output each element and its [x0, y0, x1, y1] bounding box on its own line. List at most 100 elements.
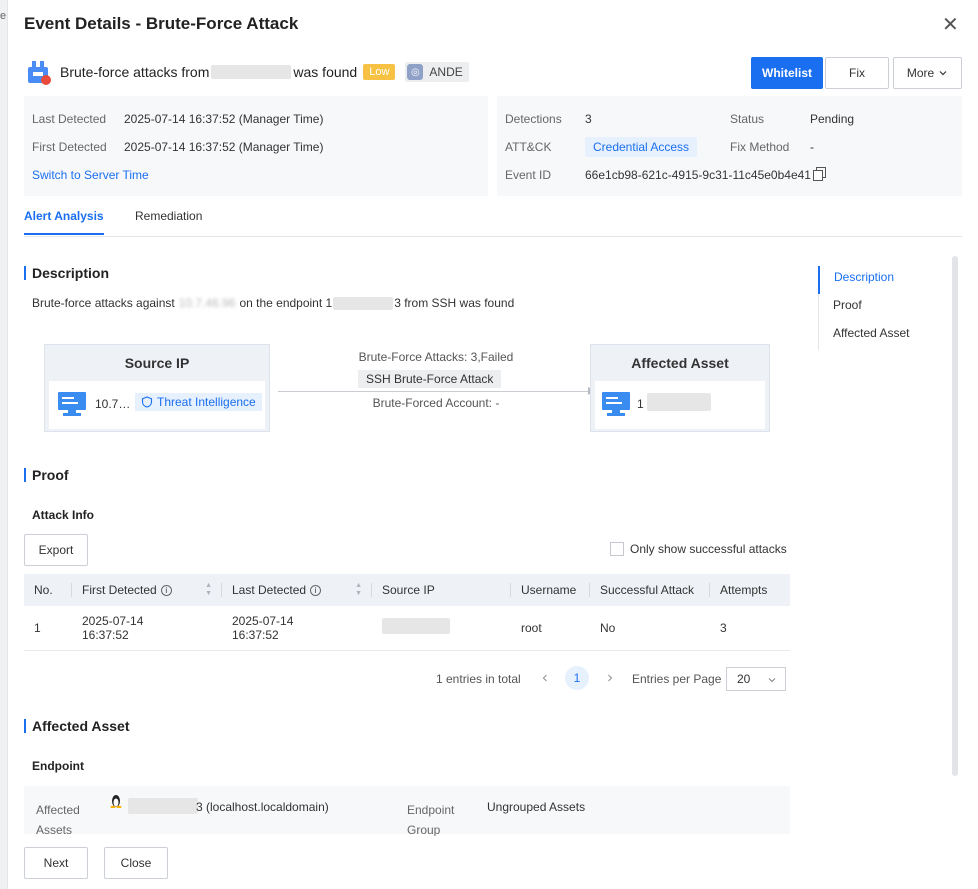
- col-first-detected-label: First Detected: [82, 583, 157, 597]
- col-first-detected[interactable]: First Detected i ▲ ▼: [72, 574, 222, 606]
- content-scrollbar[interactable]: [952, 256, 958, 776]
- last-detected-value: 2025-07-14 16:37:52 (Manager Time): [124, 112, 324, 126]
- prev-page-icon[interactable]: [540, 673, 550, 683]
- close-icon[interactable]: ✕: [942, 12, 959, 37]
- per-page-value: 20: [737, 672, 751, 686]
- attack-info-table: No. First Detected i ▲ ▼ Last Detected i ▲ ▼ S…: [24, 574, 790, 651]
- group-label-line1: Endpoint: [407, 803, 455, 817]
- detections-label: Detections: [505, 112, 562, 126]
- desc-masked-ip: 10.7.46.96: [178, 296, 236, 310]
- last-detected-label: Last Detected: [32, 112, 107, 126]
- cell-no: 1: [24, 606, 72, 651]
- cell-last-detected: 2025-07-14 16:37:52: [222, 606, 372, 651]
- threat-intelligence-tag[interactable]: Threat Intelligence: [135, 393, 262, 411]
- redacted-ip: [211, 65, 292, 79]
- col-last-detected[interactable]: Last Detected i ▲ ▼: [222, 574, 372, 606]
- sort-icon[interactable]: ▲ ▼: [355, 582, 362, 598]
- attck-tag[interactable]: Credential Access: [585, 137, 698, 157]
- anchor-proof[interactable]: Proof: [819, 294, 958, 322]
- linux-icon: [110, 795, 122, 808]
- computer-icon: [602, 392, 630, 416]
- whitelist-button[interactable]: Whitelist: [751, 57, 823, 89]
- next-page-icon[interactable]: [605, 673, 615, 683]
- redacted-source-ip: [382, 618, 450, 635]
- desc-part-1: Brute-force attacks against: [32, 296, 175, 310]
- cell-username: root: [511, 606, 590, 651]
- dialog-title: Event Details - Brute-Force Attack: [24, 14, 299, 33]
- more-button[interactable]: More: [893, 57, 962, 89]
- desc-redacted-endpoint: [333, 296, 394, 310]
- copy-icon[interactable]: [813, 167, 826, 181]
- col-no: No.: [24, 574, 72, 606]
- col-source-ip: Source IP: [372, 574, 511, 606]
- event-summary: Brute-force attacks from was found Low ◎…: [60, 62, 469, 82]
- description-heading: Description: [24, 266, 109, 280]
- fix-method-value: -: [810, 140, 814, 154]
- brute-force-icon: [28, 61, 51, 85]
- col-username: Username: [511, 574, 590, 606]
- edge-forced-account: Brute-Forced Account: -: [372, 396, 500, 410]
- desc-part-2: on the endpoint 1: [239, 296, 333, 310]
- endpoint-group-label: Endpoint Group: [407, 800, 454, 840]
- severity-badge: Low: [363, 64, 396, 80]
- fix-button[interactable]: Fix: [825, 57, 889, 89]
- col-successful-attack: Successful Attack: [590, 574, 710, 606]
- endpoint-info-panel: Affected Assets 3 (localhost.localdomain…: [24, 786, 790, 837]
- checkbox-box[interactable]: [610, 542, 624, 556]
- source-badge: ◎ ANDE: [405, 62, 469, 82]
- source-ip-body: 10.7… Threat Intelligence: [49, 381, 265, 429]
- detail-tabs: Alert Analysis Remediation: [24, 206, 962, 237]
- endpoint-host[interactable]: 3 (localhost.localdomain): [196, 800, 329, 814]
- table-row[interactable]: 1 2025-07-14 16:37:52 2025-07-14 16:37:52 …: [24, 606, 790, 651]
- attck-label: ATT&CK: [505, 140, 552, 154]
- affected-assets-label: Affected Assets: [36, 800, 80, 840]
- switch-server-time-link[interactable]: Switch to Server Time: [32, 168, 149, 182]
- only-successful-checkbox[interactable]: Only show successful attacks: [610, 542, 787, 556]
- event-id-value: 66e1cb98-621c-4915-9c31-11c45e0b4e41: [585, 168, 811, 182]
- entries-per-page-select[interactable]: 20: [726, 667, 786, 691]
- status-value: Pending: [810, 112, 855, 126]
- affected-label-line1: Affected: [36, 803, 80, 817]
- anchor-nav: Description Proof Affected Asset: [818, 266, 958, 350]
- cell-source-ip: [372, 606, 511, 651]
- col-no-label: No.: [34, 583, 53, 597]
- next-button[interactable]: Next: [24, 847, 88, 879]
- source-ip-title: Source IP: [124, 355, 190, 371]
- status-label: Status: [730, 112, 765, 126]
- source-ip-node: Source IP 10.7… Threat Intelligence: [44, 344, 270, 432]
- entries-total: 1 entries in total: [436, 672, 521, 686]
- tab-alert-analysis[interactable]: Alert Analysis: [24, 209, 104, 235]
- shield-icon: [141, 396, 153, 408]
- cell-first-date: 2025-07-14: [82, 613, 144, 628]
- affected-asset-heading: Affected Asset: [24, 719, 130, 733]
- tab-remediation[interactable]: Remediation: [135, 209, 202, 233]
- background-char: e: [0, 10, 7, 22]
- info-icon: i: [310, 585, 322, 597]
- cell-first-time: 16:37:52: [82, 627, 129, 642]
- source-badge-label: ANDE: [429, 65, 463, 79]
- export-button[interactable]: Export: [24, 534, 88, 566]
- page-number[interactable]: 1: [565, 666, 589, 690]
- cell-last-date: 2025-07-14: [232, 613, 294, 628]
- desc-part-3: 3 from SSH was found: [394, 296, 515, 310]
- computer-icon: [58, 392, 86, 416]
- chevron-down-icon: [768, 678, 776, 683]
- close-button[interactable]: Close: [104, 847, 168, 879]
- affected-asset-ip: 1: [637, 397, 644, 411]
- proof-heading: Proof: [24, 468, 69, 482]
- edge-attack-count: Brute-Force Attacks: 3,Failed: [358, 350, 514, 364]
- event-text-suffix: was found: [293, 64, 358, 80]
- cell-successful-attack: No: [590, 606, 710, 651]
- detections-value: 3: [585, 112, 592, 126]
- event-id-label: Event ID: [505, 168, 552, 182]
- anchor-affected-asset[interactable]: Affected Asset: [819, 322, 958, 350]
- info-icon: i: [160, 585, 172, 597]
- affected-asset-node: Affected Asset 1: [590, 344, 770, 432]
- anchor-description[interactable]: Description: [818, 266, 958, 294]
- cell-first-detected: 2025-07-14 16:37:52: [72, 606, 222, 651]
- fix-method-label: Fix Method: [730, 140, 790, 154]
- sort-icon[interactable]: ▲ ▼: [205, 582, 212, 598]
- detection-info-panel: Detections 3 Status Pending ATT&CK Crede…: [497, 96, 962, 196]
- event-headline: Brute-force attacks from was found Low ◎…: [24, 58, 469, 86]
- attack-info-heading: Attack Info: [32, 508, 95, 522]
